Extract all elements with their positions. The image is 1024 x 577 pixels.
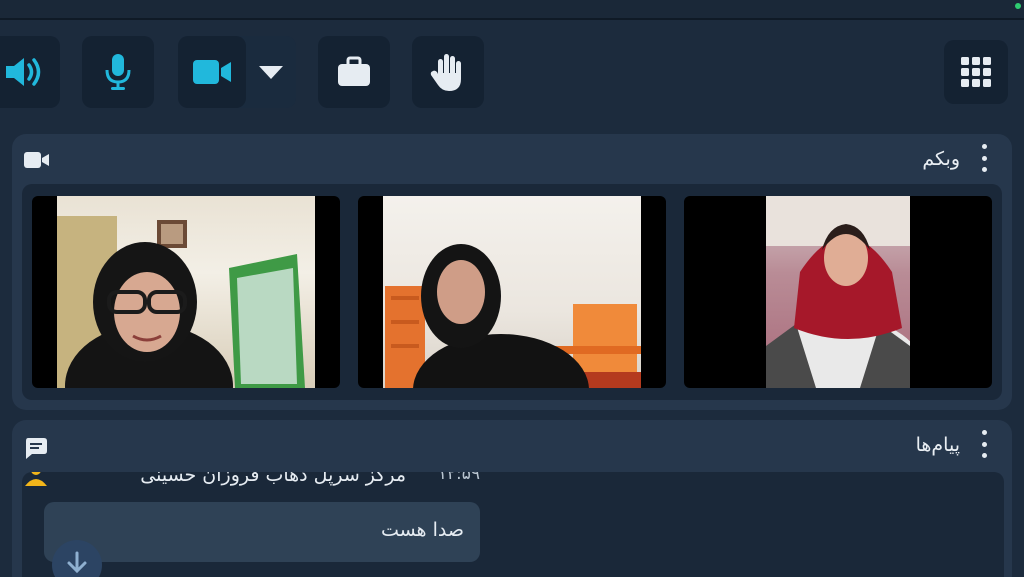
camera-button[interactable]	[178, 36, 246, 108]
raise-hand-button[interactable]	[412, 36, 484, 108]
participant-tile-1[interactable]	[32, 196, 340, 388]
video-feed	[766, 196, 910, 388]
camera-options-button[interactable]	[246, 36, 296, 108]
top-strip	[0, 0, 1024, 20]
share-button[interactable]	[318, 36, 390, 108]
microphone-icon	[103, 52, 133, 92]
video-camera-icon	[191, 57, 233, 87]
camera-button-group	[178, 36, 296, 108]
webcam-panel: وبکم	[12, 134, 1012, 410]
webcam-panel-header: وبکم	[12, 134, 1012, 182]
caret-down-icon	[257, 63, 285, 81]
webcam-panel-title: وبکم	[922, 148, 960, 170]
messages-panel-header: پیام‌ها	[12, 420, 1012, 468]
webcam-panel-menu-icon[interactable]	[978, 144, 990, 172]
video-feed	[57, 196, 315, 388]
arrow-down-icon	[66, 551, 88, 577]
speaker-icon	[2, 54, 46, 90]
message-header: مرکز سرپل ذهاب فروزان حسینی ۱۲:۵۹	[22, 472, 482, 494]
message-text: صدا هست	[380, 519, 464, 541]
chat-bubble-icon	[24, 436, 48, 464]
microphone-button[interactable]	[82, 36, 154, 108]
user-avatar-icon	[24, 472, 48, 493]
video-camera-icon	[24, 150, 50, 174]
message-sender: مرکز سرپل ذهاب فروزان حسینی	[140, 472, 406, 486]
grid-icon	[961, 57, 991, 87]
chat-messages-area[interactable]: مرکز سرپل ذهاب فروزان حسینی ۱۲:۵۹ صدا هس…	[22, 472, 1004, 577]
participant-tile-2[interactable]	[358, 196, 666, 388]
video-feed	[383, 196, 641, 388]
video-tiles	[22, 184, 1002, 400]
hand-icon	[429, 51, 467, 93]
speaker-button[interactable]	[0, 36, 60, 108]
messages-panel: پیام‌ها مرکز سرپل ذهاب فروزان حسینی ۱۲:۵…	[12, 420, 1012, 577]
messages-panel-menu-icon[interactable]	[978, 430, 990, 458]
briefcase-icon	[336, 56, 372, 88]
message-bubble: صدا هست	[44, 502, 480, 562]
toolbar	[0, 22, 1024, 122]
participant-tile-3[interactable]	[684, 196, 992, 388]
connection-status-dot	[1015, 3, 1021, 9]
messages-panel-title: پیام‌ها	[915, 434, 960, 456]
apps-button[interactable]	[944, 40, 1008, 104]
message-time: ۱۲:۵۹	[437, 472, 480, 484]
